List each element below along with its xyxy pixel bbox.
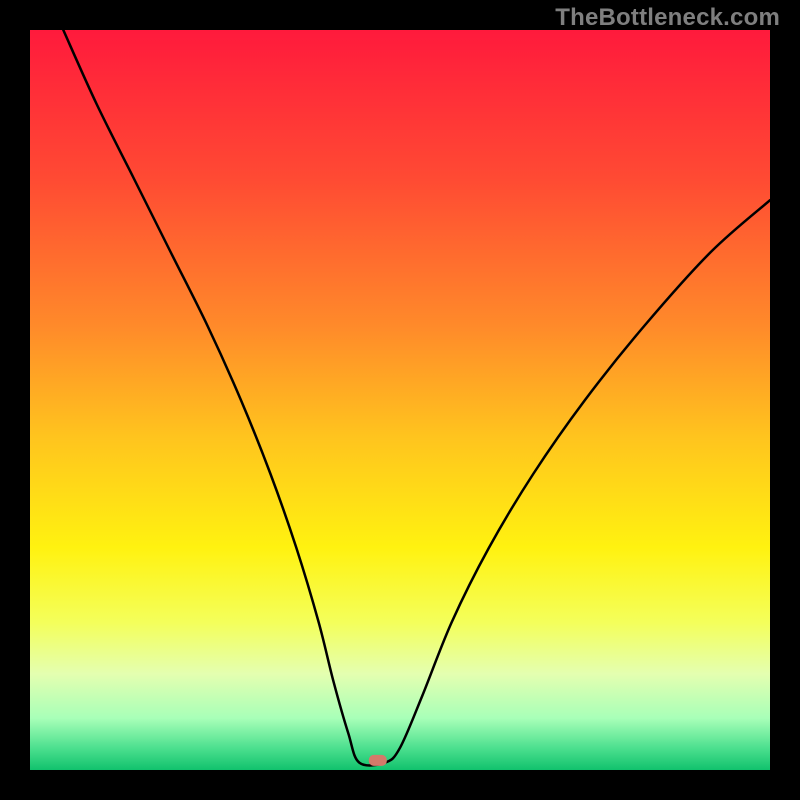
optimal-point-marker: [369, 755, 387, 766]
chart-frame: TheBottleneck.com: [0, 0, 800, 800]
watermark-text: TheBottleneck.com: [555, 4, 780, 32]
gradient-background: [30, 30, 770, 770]
plot-area: [30, 30, 770, 770]
bottleneck-chart: [30, 30, 770, 770]
